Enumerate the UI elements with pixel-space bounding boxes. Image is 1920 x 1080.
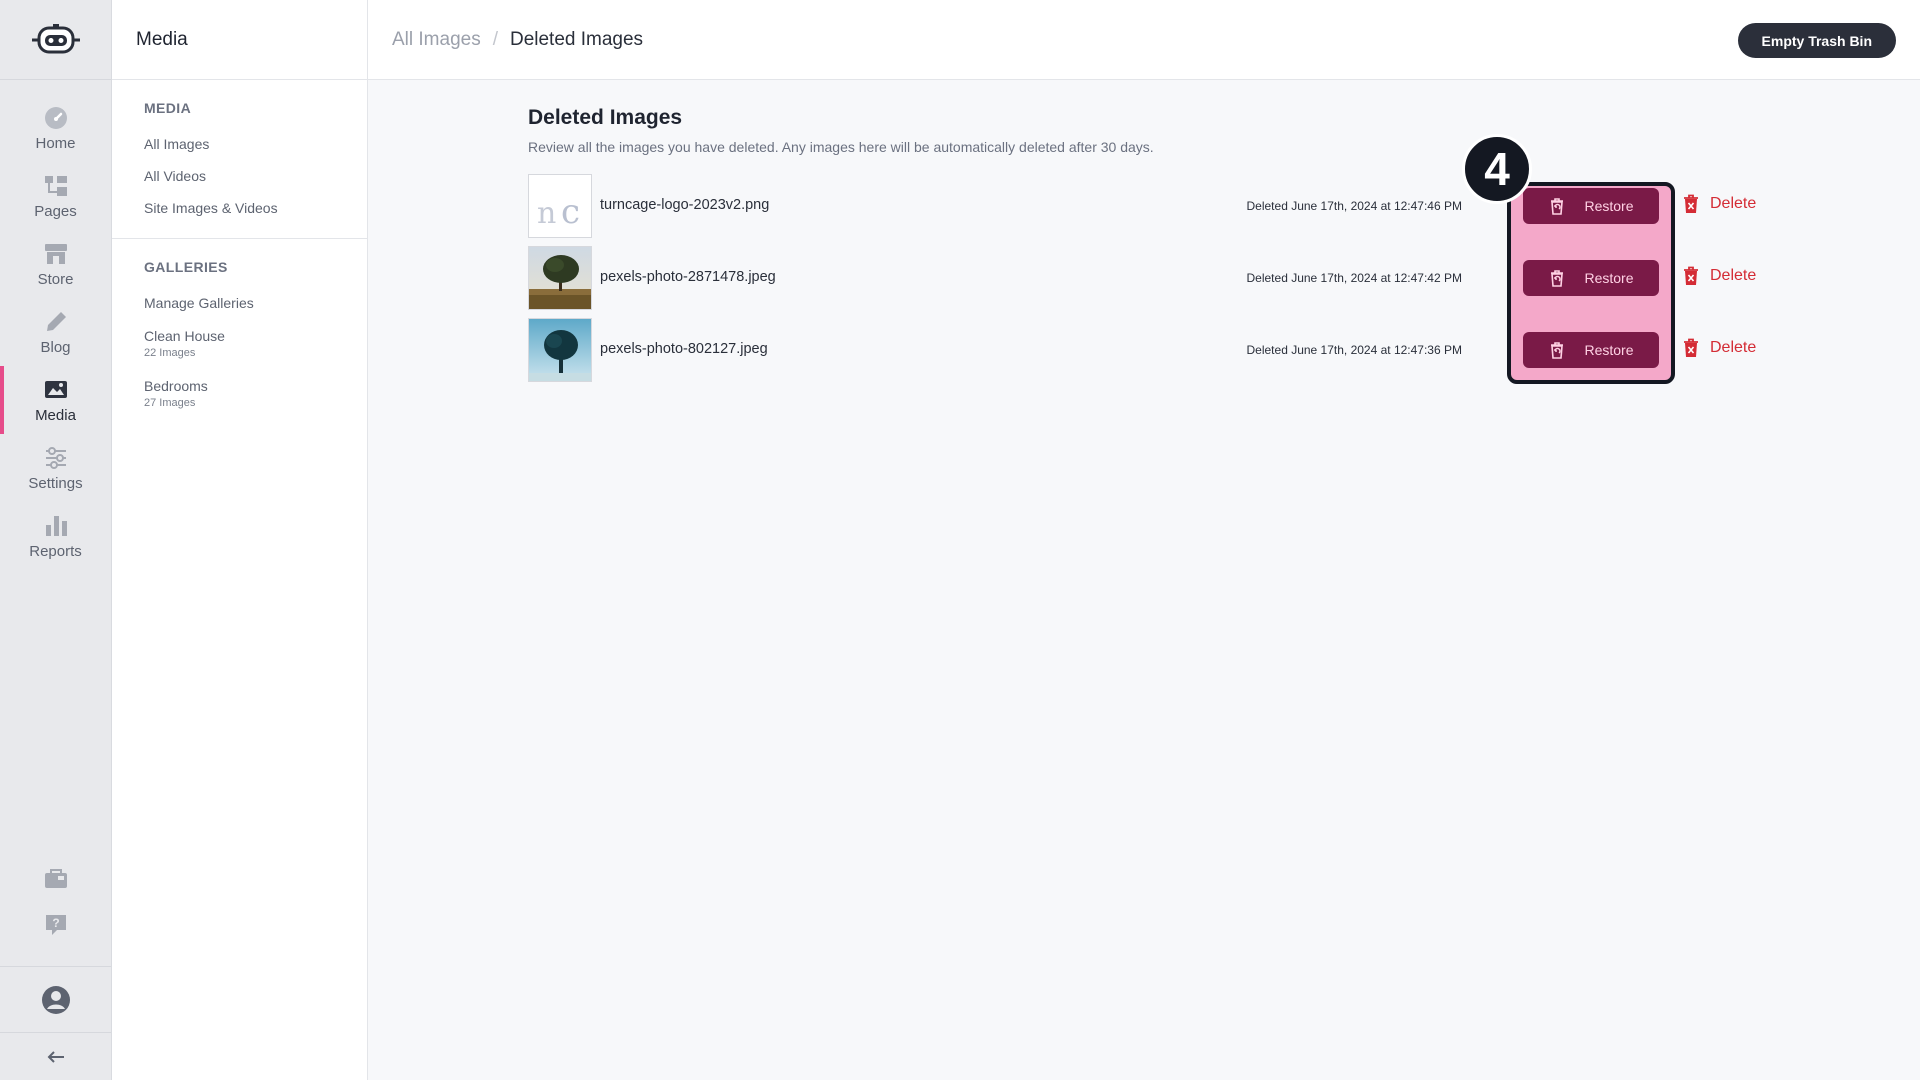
gallery-link-bedrooms[interactable]: Bedrooms 27 Images	[144, 369, 367, 419]
subnav-link-manage-galleries[interactable]: Manage Galleries	[144, 287, 367, 319]
svg-text:?: ?	[52, 916, 59, 930]
image-thumbnail[interactable]	[528, 246, 592, 310]
rail-item-blog[interactable]: Blog	[0, 298, 111, 366]
tree-sky-thumbnail-image	[529, 319, 591, 381]
delete-trash-icon	[1684, 338, 1698, 357]
restore-label: Restore	[1584, 270, 1634, 286]
restore-trash-icon	[1551, 198, 1564, 215]
restore-trash-icon	[1551, 270, 1564, 287]
file-name: pexels-photo-802127.jpeg	[600, 341, 768, 357]
delete-button[interactable]: Delete	[1682, 194, 1756, 214]
page-title: Deleted Images	[528, 106, 683, 129]
collapse-sidebar-button[interactable]	[0, 1032, 111, 1080]
rail-item-label: Store	[37, 270, 74, 288]
icon-rail: Home Pages Store Blog Media Settings Rep…	[0, 0, 112, 1080]
gallery-count: 22 Images	[144, 347, 196, 359]
media-section-heading: MEDIA	[144, 100, 192, 116]
subnav-link-site-images-videos[interactable]: Site Images & Videos	[144, 192, 367, 224]
deleted-images-list: n c turncage-logo-2023v2.png Deleted Jun…	[528, 174, 1768, 382]
bar-chart-icon	[45, 515, 67, 536]
rail-item-store[interactable]: Store	[0, 230, 111, 298]
toolbox-button[interactable]	[0, 856, 111, 902]
rail-item-reports[interactable]: Reports	[0, 502, 111, 570]
subnav-title: Media	[112, 0, 367, 80]
rail-item-label: Home	[35, 134, 76, 152]
deleted-timestamp: Deleted June 17th, 2024 at 12:47:42 PM	[1246, 271, 1463, 285]
list-item: pexels-photo-802127.jpeg Deleted June 17…	[528, 318, 1768, 382]
rail-item-settings[interactable]: Settings	[0, 434, 111, 502]
page-description: Review all the images you have deleted. …	[528, 139, 1154, 155]
gallery-name: Bedrooms	[144, 378, 208, 394]
breadcrumb-separator: /	[492, 28, 498, 50]
gallery-name: Clean House	[144, 328, 225, 344]
top-bar: All Images / Deleted Images Empty Trash …	[368, 0, 1920, 80]
tree-field-thumbnail-image	[529, 247, 591, 309]
breadcrumb: All Images / Deleted Images	[392, 29, 643, 51]
robot-logo-icon	[31, 23, 80, 53]
toolbox-icon	[44, 869, 67, 888]
rail-item-label: Pages	[34, 202, 77, 220]
gallery-link-clean-house[interactable]: Clean House 22 Images	[144, 319, 367, 369]
restore-trash-icon	[1551, 342, 1564, 359]
deleted-images-panel: Deleted Images Review all the images you…	[528, 106, 1768, 390]
image-stack-icon	[44, 380, 67, 398]
media-subnav: Media MEDIA All Images All Videos Site I…	[112, 0, 368, 1080]
app-logo[interactable]	[0, 0, 111, 80]
restore-button[interactable]: Restore	[1523, 188, 1659, 224]
list-item: n c turncage-logo-2023v2.png Deleted Jun…	[528, 174, 1768, 238]
restore-label: Restore	[1584, 198, 1634, 214]
help-button[interactable]: ?	[0, 902, 111, 948]
rail-item-pages[interactable]: Pages	[0, 162, 111, 230]
rail-item-label: Settings	[28, 474, 83, 492]
delete-trash-icon	[1684, 194, 1698, 213]
image-thumbnail[interactable]: n c	[528, 174, 592, 238]
galleries-section-heading: GALLERIES	[144, 259, 228, 275]
arrow-left-icon	[47, 1050, 64, 1063]
delete-label: Delete	[1710, 267, 1757, 284]
deleted-timestamp: Deleted June 17th, 2024 at 12:47:46 PM	[1246, 199, 1463, 213]
image-thumbnail[interactable]	[528, 318, 592, 382]
delete-trash-icon	[1684, 266, 1698, 285]
subnav-link-all-videos[interactable]: All Videos	[144, 160, 367, 192]
file-name: turncage-logo-2023v2.png	[600, 197, 770, 213]
empty-trash-bin-button[interactable]: Empty Trash Bin	[1737, 23, 1896, 58]
pencil-icon	[46, 311, 66, 331]
sitemap-icon	[44, 175, 67, 196]
logo-thumbnail-image: n c	[529, 175, 591, 237]
restore-button[interactable]: Restore	[1523, 332, 1659, 368]
rail-item-home[interactable]: Home	[0, 94, 111, 162]
rail-item-media[interactable]: Media	[0, 366, 111, 434]
delete-button[interactable]: Delete	[1682, 338, 1756, 358]
media-section: MEDIA All Images All Videos Site Images …	[112, 80, 367, 238]
subnav-link-all-images[interactable]: All Images	[144, 128, 367, 160]
store-icon	[44, 243, 67, 264]
rail-item-label: Blog	[40, 338, 71, 356]
svg-text:c: c	[561, 192, 580, 232]
user-avatar-icon	[41, 985, 70, 1014]
rail-item-label: Reports	[29, 542, 82, 560]
rail-item-label: Media	[35, 406, 76, 424]
step-number-badge: 4	[1462, 134, 1532, 204]
deleted-timestamp: Deleted June 17th, 2024 at 12:47:36 PM	[1246, 343, 1463, 357]
gauge-icon	[44, 106, 67, 129]
delete-button[interactable]: Delete	[1682, 266, 1756, 286]
help-icon: ?	[45, 915, 66, 935]
gallery-count: 27 Images	[144, 397, 196, 409]
restore-label: Restore	[1584, 342, 1634, 358]
galleries-section: GALLERIES Manage Galleries Clean House 2…	[112, 238, 367, 433]
delete-label: Delete	[1710, 195, 1757, 212]
user-account-button[interactable]	[0, 966, 111, 1032]
list-item: pexels-photo-2871478.jpeg Deleted June 1…	[528, 246, 1768, 310]
breadcrumb-current: Deleted Images	[509, 28, 644, 50]
file-name: pexels-photo-2871478.jpeg	[600, 269, 776, 285]
breadcrumb-all-images[interactable]: All Images	[392, 29, 481, 51]
restore-button[interactable]: Restore	[1523, 260, 1659, 296]
delete-label: Delete	[1710, 339, 1757, 356]
sliders-icon	[45, 446, 66, 469]
svg-text:n: n	[537, 196, 556, 231]
